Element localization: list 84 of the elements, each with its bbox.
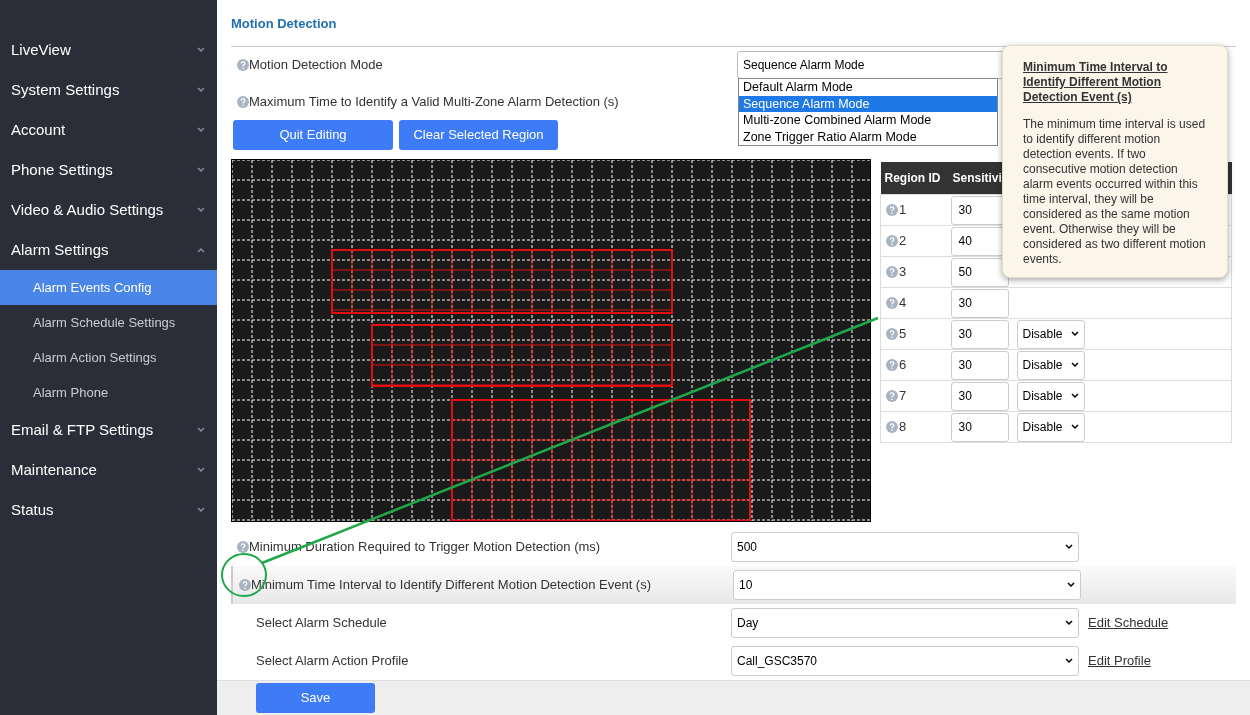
sidebar-item[interactable]: Video & Audio Settings [0, 190, 217, 230]
sensitivity-field[interactable]: 30 [950, 288, 1009, 318]
dropdown-option[interactable]: Zone Trigger Ratio Alarm Mode [739, 128, 997, 145]
mode-select[interactable]: Disable [1016, 412, 1085, 442]
sidebar-item[interactable]: Phone Settings [0, 150, 217, 190]
value-select[interactable]: Day [731, 607, 1079, 638]
help-icon[interactable] [237, 95, 249, 108]
expand-chevron-icon [197, 467, 205, 473]
region-id: 3 [899, 263, 907, 282]
expand-chevron-icon [197, 207, 205, 213]
region-id: 1 [899, 201, 907, 220]
mode-select[interactable]: Disable [1016, 381, 1085, 411]
help-icon[interactable] [239, 578, 251, 591]
region-id: 4 [899, 294, 907, 313]
field-label: Select Alarm Schedule [256, 613, 387, 632]
selected-region-grid[interactable] [451, 398, 751, 521]
sensitivity-field[interactable]: 30 [950, 350, 1009, 380]
collapse-chevron-icon [197, 247, 205, 253]
selected-region-grid[interactable] [371, 323, 673, 387]
camera-image-placeholder[interactable] [231, 158, 871, 522]
field-label: Minimum Duration Required to Trigger Motion Detection (ms) [249, 537, 601, 556]
chevron-icon [1070, 424, 1079, 430]
edit-link[interactable]: Edit Schedule [1088, 612, 1169, 633]
region-id: 6 [899, 356, 907, 375]
expand-chevron-icon [197, 87, 205, 93]
sidebar-item[interactable]: Maintenance [0, 450, 217, 490]
sensitivity-field[interactable]: 30 [950, 381, 1009, 411]
dropdown-option[interactable]: Default Alarm Mode [739, 79, 997, 96]
tooltip-text: The minimum time interval is used to identify different motion detection events. If two consecutive motion detection alarm events occurred within this time interval, they will be considered as the same motion event. Otherwise they will be considered as two different motion events. [1023, 117, 1207, 267]
mode-select[interactable]: Disable [1016, 319, 1085, 349]
save-button[interactable]: Save [256, 682, 375, 713]
sidebar-item[interactable]: LiveView [0, 30, 217, 70]
sidebar-item[interactable]: Email & FTP Settings [0, 410, 217, 450]
help-icon[interactable] [237, 59, 249, 71]
sensitivity-field[interactable]: 30 [950, 319, 1009, 349]
help-icon[interactable] [886, 297, 898, 309]
dropdown-option[interactable]: Sequence Alarm Mode [739, 95, 997, 112]
column-header: Region ID [880, 161, 949, 195]
expand-chevron-icon [197, 47, 205, 53]
expand-chevron-icon [197, 427, 205, 433]
chevron-icon [1070, 362, 1079, 368]
mode-select[interactable]: Disable [1016, 350, 1085, 380]
region-id: 5 [899, 325, 907, 344]
chevron-icon [1065, 657, 1073, 664]
region-id: 2 [899, 232, 907, 251]
help-icon[interactable] [886, 328, 898, 340]
sidebar-item[interactable]: Account [0, 110, 217, 150]
sensitivity-field[interactable]: 30 [950, 412, 1009, 442]
chevron-icon [1070, 331, 1079, 337]
help-icon[interactable] [237, 540, 249, 553]
help-icon[interactable] [886, 390, 898, 402]
field-label: Select Alarm Action Profile [256, 651, 409, 670]
help-icon[interactable] [886, 204, 898, 216]
region-id: 8 [899, 418, 907, 437]
sidebar-subitem[interactable]: Alarm Action Settings [0, 340, 217, 375]
chevron-icon [1070, 393, 1079, 399]
column-header: Sensitivi [948, 161, 1015, 195]
help-icon[interactable] [886, 359, 898, 371]
value-select[interactable]: 10 [733, 569, 1081, 600]
help-icon[interactable] [886, 235, 898, 247]
help-icon[interactable] [886, 266, 898, 278]
dropdown-option[interactable]: Multi-zone Combined Alarm Mode [739, 112, 997, 129]
action-button[interactable]: Quit Editing [233, 119, 393, 150]
edit-link[interactable]: Edit Profile [1088, 650, 1151, 671]
field-label: Motion Detection Mode [249, 56, 383, 75]
help-icon[interactable] [886, 421, 898, 433]
value-select[interactable]: 500 [731, 531, 1079, 562]
sidebar-item[interactable]: Alarm Settings [0, 230, 217, 270]
chevron-icon [1065, 543, 1073, 550]
expand-chevron-icon [197, 127, 205, 133]
value-select[interactable]: Call_GSC3570 [731, 645, 1079, 676]
sidebar-subitem[interactable]: Alarm Schedule Settings [0, 305, 217, 340]
expand-chevron-icon [197, 507, 205, 513]
chevron-icon [1067, 581, 1075, 588]
chevron-icon [1065, 619, 1073, 626]
sidebar-subitem[interactable]: Alarm Phone [0, 375, 217, 410]
field-label: Maximum Time to Identify a Valid Multi-Zone Alarm Detection (s) [249, 92, 619, 111]
region-id: 7 [899, 387, 907, 406]
action-button[interactable]: Clear Selected Region [399, 119, 558, 150]
selected-region-grid[interactable] [331, 248, 673, 314]
sidebar-item[interactable]: System Settings [0, 70, 217, 110]
sidebar-subitem[interactable]: Alarm Events Config [0, 270, 217, 305]
sidebar-item[interactable]: Status [0, 490, 217, 530]
expand-chevron-icon [197, 167, 205, 173]
